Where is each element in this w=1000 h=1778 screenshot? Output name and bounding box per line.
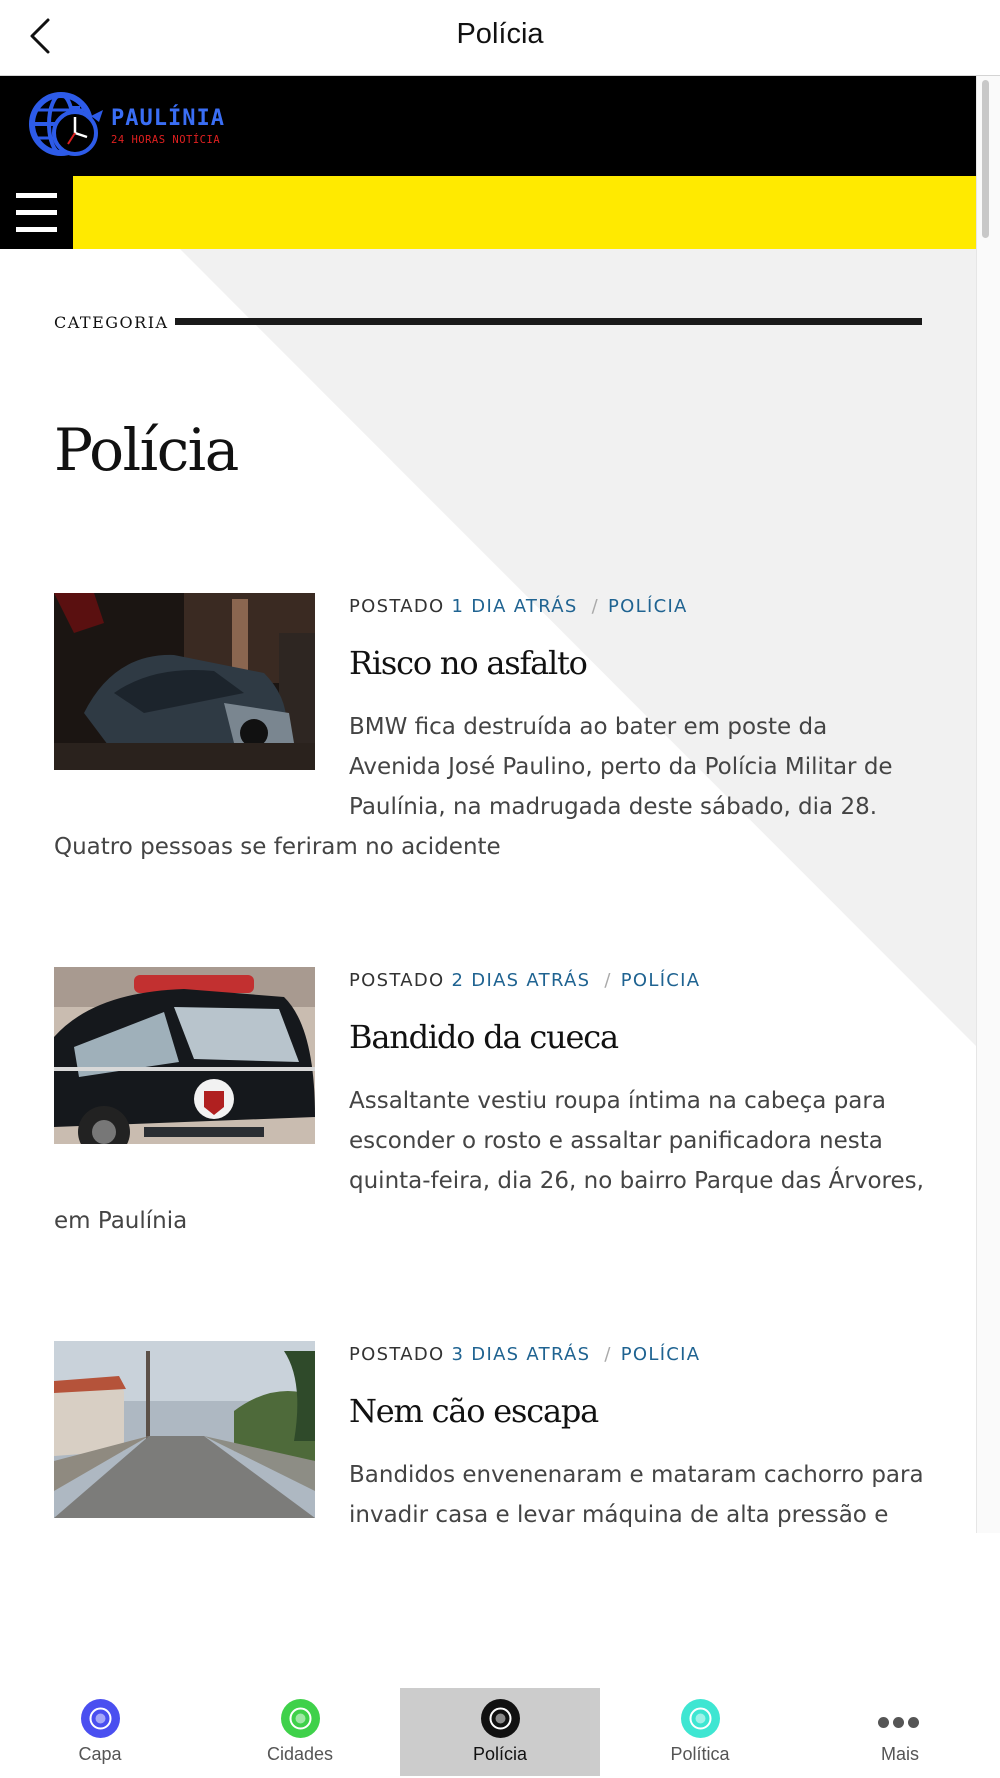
bottom-tab-bar: Capa Cidades Polícia Política Mais	[0, 1533, 1000, 1778]
post-time-link[interactable]: 3 DIAS ATRÁS	[452, 1344, 591, 1365]
logo-tagline: 24 HORAS NOTÍCIA	[111, 134, 221, 146]
app-bar: Polícia	[0, 0, 1000, 76]
hamburger-menu-icon[interactable]	[0, 176, 73, 249]
meta-separator: /	[591, 596, 600, 617]
post-time-link[interactable]: 1 DIA ATRÁS	[452, 596, 578, 617]
post-prefix: POSTADO	[349, 1344, 445, 1365]
tab-label: Política	[670, 1744, 730, 1764]
tab-cidades[interactable]: Cidades	[200, 1688, 400, 1776]
post-prefix: POSTADO	[349, 970, 445, 991]
scrollbar-track[interactable]	[976, 76, 1000, 1533]
site-header: PAULÍNIA 24 HORAS NOTÍCIA	[0, 76, 976, 176]
tab-mais[interactable]: Mais	[800, 1688, 1000, 1776]
logo-name: PAULÍNIA	[111, 106, 225, 131]
policia-logo-icon	[481, 1699, 520, 1738]
post-time-link[interactable]: 2 DIAS ATRÁS	[452, 970, 591, 991]
category-rule	[175, 318, 922, 325]
post-title[interactable]: Risco no asfalto	[349, 644, 588, 682]
tab-label: Capa	[78, 1744, 122, 1764]
web-content[interactable]: PAULÍNIA 24 HORAS NOTÍCIA CATEGORIA Polí…	[0, 76, 1000, 1533]
post-excerpt-wrap: Assaltante vestiu roupa íntima na cabeça…	[54, 1081, 924, 1241]
capa-logo-icon	[81, 1699, 120, 1738]
category-page: CATEGORIA Polícia POSTADO 1 DIA ATRÁS / …	[0, 249, 976, 1533]
tab-label: Cidades	[266, 1744, 334, 1764]
cidades-logo-icon	[281, 1699, 320, 1738]
tab-label: Polícia	[472, 1744, 528, 1764]
post-category-link[interactable]: POLÍCIA	[621, 970, 701, 991]
post-title[interactable]: Bandido da cueca	[349, 1018, 619, 1056]
post-excerpt: Bandidos envenenaram e mataram cachorro …	[349, 1462, 924, 1528]
tab-capa[interactable]: Capa	[0, 1688, 200, 1776]
category-title: Polícia	[54, 416, 239, 484]
post-title[interactable]: Nem cão escapa	[349, 1392, 599, 1430]
app-bar-title: Polícia	[456, 18, 544, 50]
more-dots-icon	[878, 1713, 923, 1732]
tab-politica[interactable]: Política	[600, 1688, 800, 1776]
politica-logo-icon	[681, 1699, 720, 1738]
meta-separator: /	[604, 1344, 612, 1365]
post-meta: POSTADO 2 DIAS ATRÁS / POLÍCIA	[349, 970, 700, 991]
post-category-link[interactable]: POLÍCIA	[608, 596, 688, 617]
meta-separator: /	[604, 970, 612, 991]
menu-bar	[0, 176, 976, 249]
globe-clock-icon	[29, 92, 103, 156]
scrollbar-thumb[interactable]	[982, 80, 989, 238]
tab-policia[interactable]: Polícia	[400, 1688, 600, 1776]
category-label: CATEGORIA	[54, 313, 169, 332]
tab-label: Mais	[880, 1744, 919, 1764]
post-meta: POSTADO 1 DIA ATRÁS / POLÍCIA	[349, 596, 688, 617]
post-excerpt-wrap: BMW fica destruída ao bater em poste da …	[54, 707, 924, 867]
site-logo[interactable]: PAULÍNIA 24 HORAS NOTÍCIA	[25, 86, 235, 160]
post-excerpt-wrap: Bandidos envenenaram e mataram cachorro …	[54, 1455, 924, 1533]
post-meta: POSTADO 3 DIAS ATRÁS / POLÍCIA	[349, 1344, 700, 1365]
post-category-link[interactable]: POLÍCIA	[621, 1344, 701, 1365]
post-prefix: POSTADO	[349, 596, 445, 617]
